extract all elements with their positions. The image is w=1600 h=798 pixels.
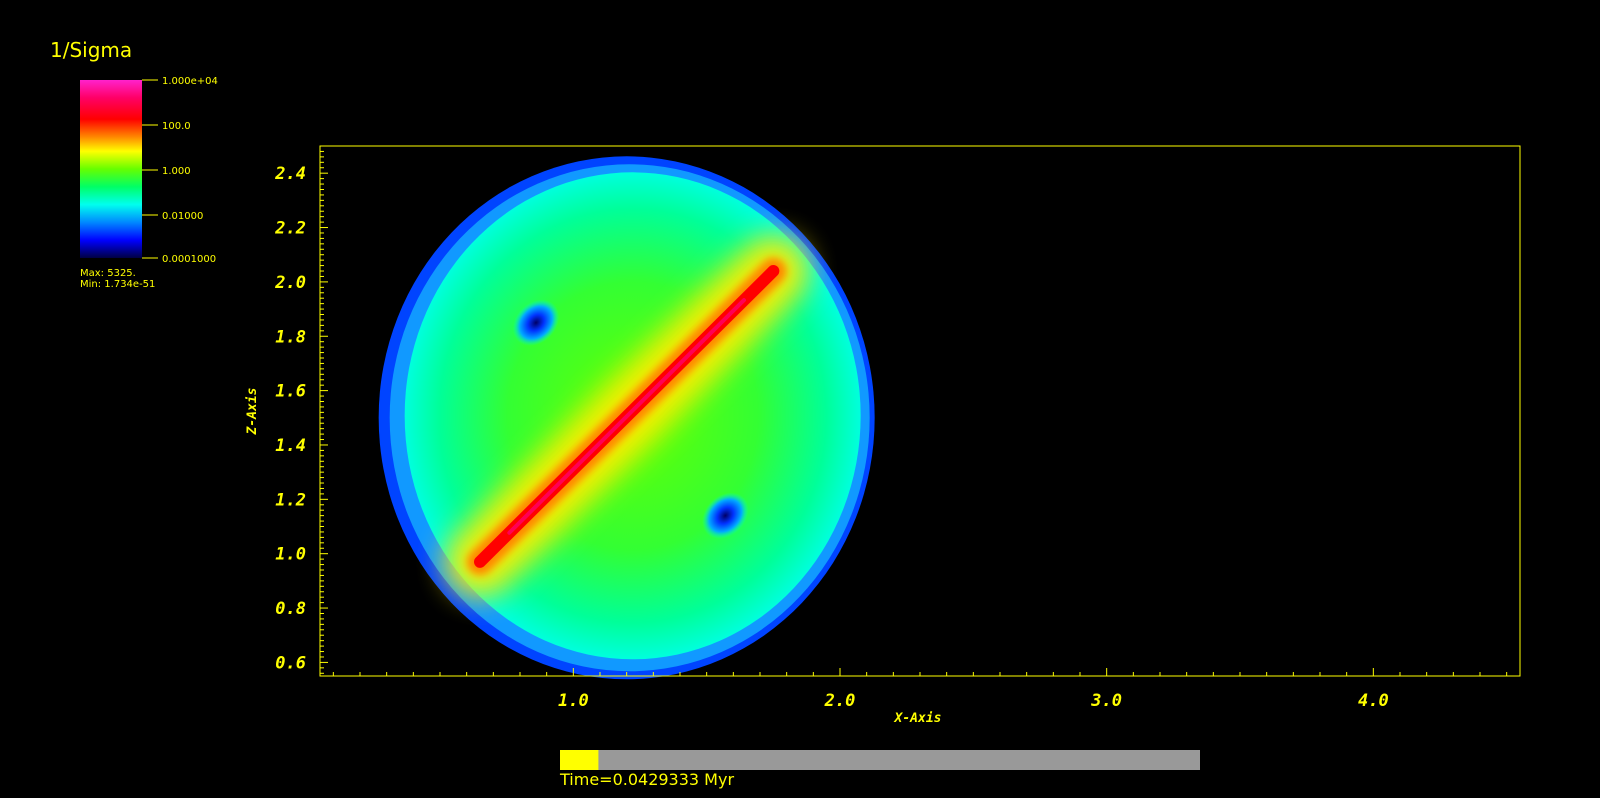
time-label: Time=0.0429333 Myr	[560, 770, 735, 789]
heatmap-field	[378, 156, 875, 680]
x-axis-label: X-Axis	[894, 711, 942, 726]
x-tick-label: 2.0	[824, 691, 856, 711]
x-tick-label: 4.0	[1358, 691, 1389, 711]
y-axis-label: Z-Axis	[245, 388, 260, 436]
colorbar-ticks	[142, 79, 158, 259]
y-tick-label: 2.2	[274, 219, 306, 239]
time-progress-track	[560, 750, 1200, 770]
y-tick-label: 1.8	[275, 327, 306, 347]
colorbar-tick-label: 0.01000	[162, 211, 203, 222]
y-tick-label: 1.0	[275, 545, 306, 565]
y-tick-label: 0.6	[275, 653, 306, 673]
legend-title: 1/Sigma	[50, 38, 133, 62]
colorbar-tick-label: 1.000e+04	[162, 76, 218, 87]
legend-min: Min: 1.734e-51	[80, 279, 156, 290]
y-tick-label: 2.4	[274, 164, 306, 184]
colorbar-tick-label: 100.0	[162, 121, 191, 132]
legend-max: Max: 5325.	[80, 268, 136, 279]
y-tick-label: 0.8	[275, 599, 306, 619]
y-tick-label: 2.0	[274, 273, 306, 293]
y-tick-label: 1.2	[275, 490, 306, 510]
time-progress-fill	[560, 750, 599, 770]
x-tick-label: 3.0	[1090, 691, 1122, 711]
y-tick-label: 1.4	[275, 436, 306, 456]
x-tick-label: 1.0	[558, 691, 589, 711]
visualization-canvas: 1.000e+04 100.0 1.000 0.01000 0.0001000 …	[80, 76, 1521, 770]
colorbar-tick-label: 0.0001000	[162, 254, 216, 265]
y-tick-label: 1.6	[275, 382, 306, 402]
colorbar-tick-label: 1.000	[162, 166, 191, 177]
colorbar	[80, 80, 142, 258]
